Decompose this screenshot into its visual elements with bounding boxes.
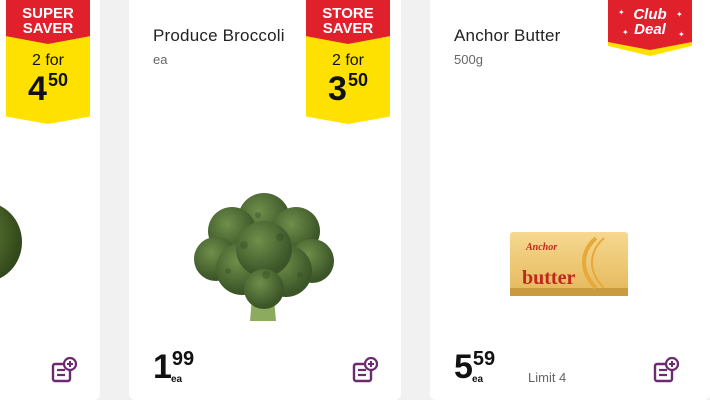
product-card-partial[interactable]: SUPER SAVER 2 for 450 (0, 0, 100, 400)
product-name[interactable]: Anchor Butter (454, 26, 561, 46)
sparkle-icon: ✦ (678, 30, 685, 39)
product-price: 199 ea (153, 348, 195, 386)
multibuy-price: 350 (328, 70, 368, 108)
product-image[interactable] (0, 200, 22, 284)
badge-line2: SAVER (22, 20, 74, 37)
multibuy-qty: 2 for (331, 52, 364, 69)
add-to-list-icon (51, 356, 78, 383)
purchase-limit: Limit 4 (528, 370, 567, 385)
product-card-broccoli[interactable]: Produce Broccoli ea 199 ea STORE SAVER 2… (129, 0, 401, 400)
product-card-butter[interactable]: Anchor Butter 500g Anchor butter 559 ea … (430, 0, 710, 400)
product-name[interactable]: Produce Broccoli (153, 26, 285, 46)
club-deal-badge: Club Deal ✦ ✦ ✦ ✦ (608, 0, 692, 56)
badge-line1: SUPER (22, 5, 74, 22)
svg-text:butter: butter (522, 267, 575, 289)
sparkle-icon: ✦ (622, 28, 629, 37)
add-to-list-button[interactable] (50, 356, 78, 384)
multibuy-qty: 2 for (31, 52, 64, 69)
add-to-list-icon (352, 356, 379, 383)
product-price: 559 ea (454, 348, 496, 386)
product-unit: ea (153, 52, 168, 67)
super-saver-badge: SUPER SAVER 2 for 450 (6, 0, 90, 124)
product-image[interactable]: Anchor butter (508, 228, 630, 300)
add-to-list-icon (653, 356, 680, 383)
product-unit: 500g (454, 52, 483, 67)
badge-line2: SAVER (322, 20, 374, 37)
svg-text:Anchor: Anchor (525, 242, 557, 253)
product-image[interactable] (184, 185, 344, 325)
add-to-list-button[interactable] (652, 356, 680, 384)
badge-line1: STORE (322, 5, 374, 22)
add-to-list-button[interactable] (351, 356, 379, 384)
sparkle-icon: ✦ (618, 8, 625, 17)
store-saver-badge: STORE SAVER 2 for 350 (306, 0, 390, 124)
sparkle-icon: ✦ (676, 10, 683, 19)
multibuy-price: 450 (28, 70, 68, 108)
